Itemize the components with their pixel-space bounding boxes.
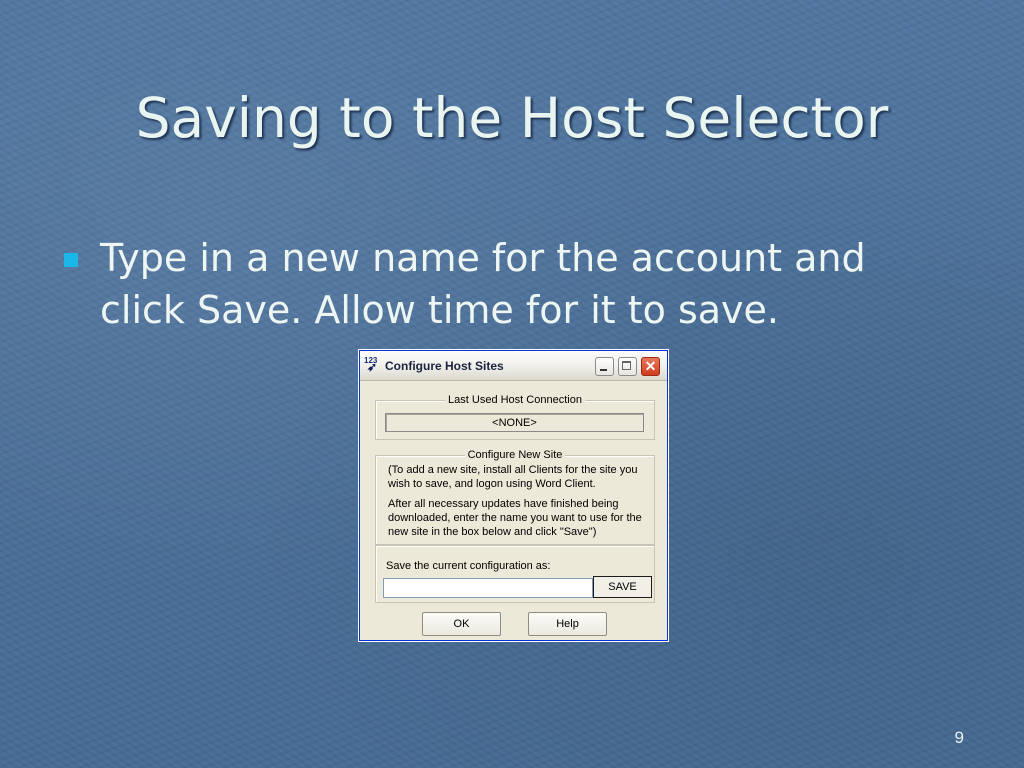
- configure-new-site-label: Configure New Site: [464, 449, 566, 461]
- last-used-group: Last Used Host Connection <NONE>: [375, 394, 655, 440]
- ok-button[interactable]: OK: [422, 612, 501, 636]
- dialog-titlebar[interactable]: 123 ➶ Configure Host Sites ✕: [360, 351, 667, 381]
- maximize-button[interactable]: [618, 357, 637, 376]
- instructions-paragraph-2: After all necessary updates have finishe…: [388, 498, 642, 538]
- save-config-group: Save the current configuration as: SAVE: [375, 545, 655, 603]
- site-name-input[interactable]: [383, 578, 593, 598]
- last-used-label: Last Used Host Connection: [445, 394, 585, 406]
- slide-title: Saving to the Host Selector: [135, 86, 889, 150]
- instructions-paragraph-1: (To add a new site, install all Clients …: [388, 464, 638, 490]
- last-used-value: <NONE>: [385, 413, 644, 432]
- app-icon: 123 ➶: [364, 356, 378, 374]
- help-button[interactable]: Help: [528, 612, 607, 636]
- save-config-label: Save the current configuration as:: [386, 560, 551, 572]
- configure-new-site-group: Configure New Site (To add a new site, i…: [375, 449, 655, 545]
- bullet-marker: [64, 253, 78, 267]
- close-button[interactable]: ✕: [641, 357, 660, 376]
- configure-host-sites-dialog: 123 ➶ Configure Host Sites ✕ Last Used H…: [359, 350, 668, 641]
- dialog-title: Configure Host Sites: [385, 359, 504, 373]
- page-number: 9: [954, 728, 964, 747]
- bullet-text: Type in a new name for the account and c…: [100, 236, 866, 332]
- minimize-button[interactable]: [595, 357, 614, 376]
- close-icon: ✕: [644, 358, 657, 374]
- save-button[interactable]: SAVE: [593, 576, 652, 598]
